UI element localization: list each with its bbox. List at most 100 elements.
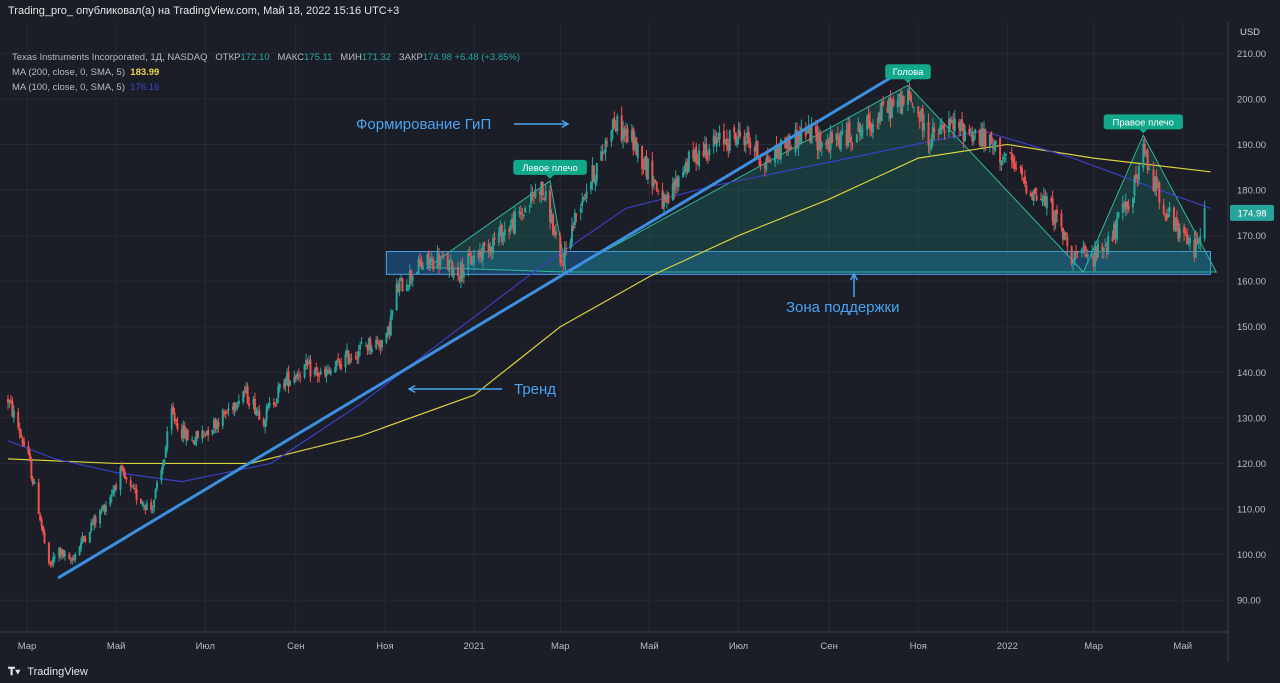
candle-body xyxy=(1000,160,1003,165)
candle-body xyxy=(100,510,103,512)
candle-body xyxy=(999,137,1002,163)
candle-body xyxy=(319,370,322,375)
candle-body xyxy=(855,134,858,143)
candle-body xyxy=(927,122,930,146)
candle-body xyxy=(142,504,145,506)
candle-body xyxy=(186,429,189,441)
candle-body xyxy=(616,115,619,131)
currency-label: USD xyxy=(1240,27,1260,38)
candle-body xyxy=(401,277,404,292)
candle-body xyxy=(99,510,102,524)
candle-body xyxy=(882,101,885,106)
left-shoulder-label: Левое плечо xyxy=(522,163,578,174)
time-tick-label: Май xyxy=(1173,641,1192,652)
candle-body xyxy=(129,480,132,487)
candle-body xyxy=(473,255,476,264)
candle-body xyxy=(1127,205,1130,210)
price-tick-label: 110.00 xyxy=(1237,504,1265,515)
candle-body xyxy=(309,359,312,377)
candle-body xyxy=(391,310,394,316)
candle-body xyxy=(82,536,85,538)
legend-ma200-row[interactable]: MA (200, close, 0, SMA, 5) 183.99 xyxy=(12,65,520,80)
candle-body xyxy=(462,271,465,278)
time-tick-label: 2021 xyxy=(464,641,485,652)
candle-body xyxy=(604,140,607,153)
candle-body xyxy=(667,193,670,203)
footer-brand: TradingView xyxy=(27,666,88,678)
price-chart[interactable]: Левое плечо Голова Правое плечо Формировани… xyxy=(0,22,1280,662)
candle-body xyxy=(191,439,194,441)
candle-body xyxy=(369,338,372,350)
time-tick-label: Сен xyxy=(287,641,304,652)
trend-label: Тренд xyxy=(514,381,556,398)
candle-body xyxy=(551,214,554,235)
head-badge-pointer xyxy=(904,79,913,84)
legend-close-value: 174.98 xyxy=(422,52,452,63)
candle-body xyxy=(154,489,157,499)
candle-body xyxy=(1143,143,1146,155)
legend-high-value: 175.11 xyxy=(304,52,333,63)
candle-body xyxy=(569,241,572,249)
candle-body xyxy=(1132,197,1135,207)
candle-body xyxy=(1080,248,1083,254)
candle-body xyxy=(708,148,711,156)
candle-body xyxy=(509,224,512,231)
candle-body xyxy=(439,257,442,265)
candle-body xyxy=(344,354,347,368)
candle-body xyxy=(1086,254,1089,257)
candle-body xyxy=(749,142,752,149)
candle-body xyxy=(841,130,844,135)
candle-body xyxy=(911,104,914,106)
candle-body xyxy=(1003,157,1006,160)
candle-body xyxy=(27,445,30,454)
candle-body xyxy=(677,176,680,188)
candle-body xyxy=(1203,207,1206,239)
candle-body xyxy=(468,252,471,257)
pattern-formation-label: Формирование ГиП xyxy=(356,116,491,133)
candle-body xyxy=(398,282,401,292)
time-tick-label: Май xyxy=(640,641,659,652)
candle-body xyxy=(326,369,329,374)
candle-body xyxy=(492,238,495,254)
candle-body xyxy=(43,532,46,543)
candle-body xyxy=(534,189,537,197)
candle-body xyxy=(360,343,363,345)
candle-body xyxy=(880,102,883,122)
candle-body xyxy=(687,151,690,172)
candle-body xyxy=(613,117,616,129)
chart-area[interactable]: Левое плечо Голова Правое плечо Формировани… xyxy=(0,22,1280,662)
candle-body xyxy=(411,276,414,281)
candle-body xyxy=(994,140,997,145)
candle-body xyxy=(52,556,55,565)
candle-body xyxy=(334,367,337,373)
legend-ma100-row[interactable]: MA (100, close, 0, SMA, 5) 176.16 xyxy=(12,80,520,95)
time-tick-label: Мар xyxy=(18,641,37,652)
candle-body xyxy=(42,525,45,532)
price-tick-label: 190.00 xyxy=(1237,140,1266,151)
candle-body xyxy=(122,467,125,473)
candle-body xyxy=(457,267,460,277)
candle-body xyxy=(258,410,261,420)
candle-body xyxy=(831,132,834,144)
candle-body xyxy=(23,441,26,446)
time-tick-label: Май xyxy=(107,641,126,652)
candle-body xyxy=(636,143,639,158)
candle-body xyxy=(350,358,353,360)
candle-body xyxy=(851,143,854,145)
candle-body xyxy=(421,266,424,270)
candle-body xyxy=(933,128,936,133)
candle-body xyxy=(115,485,118,489)
candle-body xyxy=(1020,167,1023,176)
candle-body xyxy=(530,192,533,205)
price-tick-label: 200.00 xyxy=(1237,94,1266,105)
candle-body xyxy=(389,315,392,336)
candle-body xyxy=(207,429,210,436)
candle-body xyxy=(483,242,486,247)
candle-body xyxy=(274,404,277,406)
candle-body xyxy=(74,553,77,560)
candle-body xyxy=(119,466,122,491)
candle-body xyxy=(646,158,649,180)
attribution-bar: Trading_pro_ опубликовал(а) на TradingVi… xyxy=(0,0,1280,22)
candle-body xyxy=(1023,176,1026,185)
candle-body xyxy=(528,205,531,207)
